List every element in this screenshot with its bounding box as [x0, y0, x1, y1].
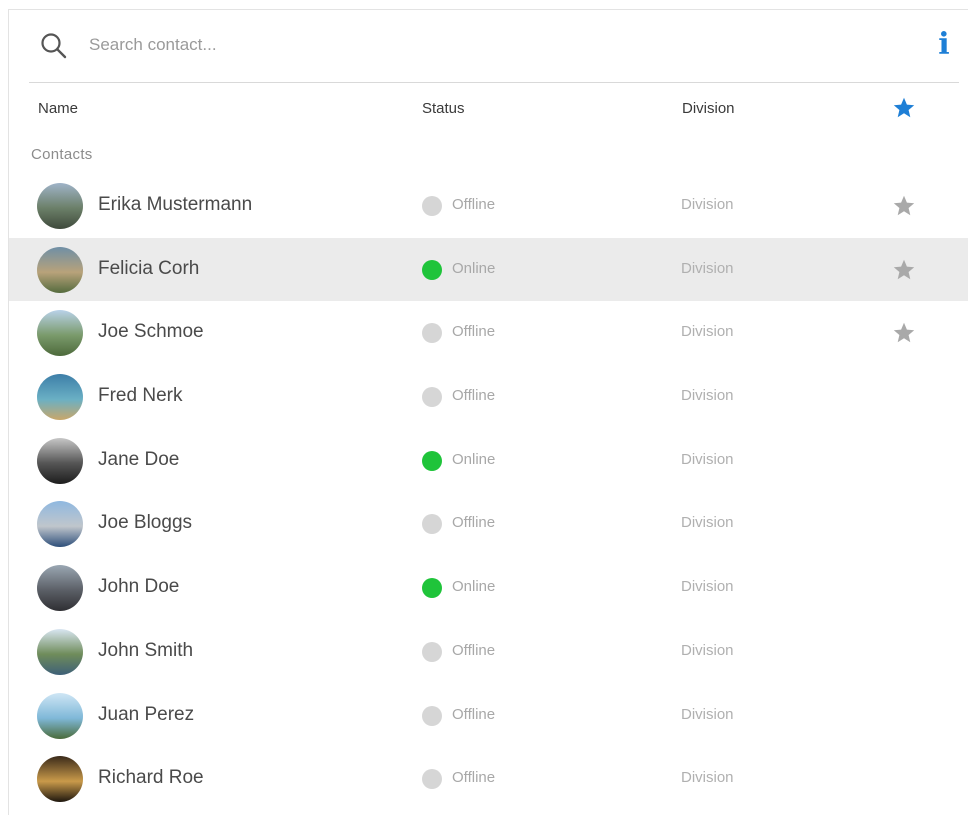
contact-name: Joe Schmoe: [98, 321, 204, 343]
status-indicator-icon: [422, 323, 442, 344]
avatar: [37, 374, 83, 421]
contact-name: Fred Nerk: [98, 385, 183, 407]
status-indicator-icon: [422, 387, 442, 408]
contact-status: Offline: [452, 387, 496, 405]
contact-panel: i Name Status Division Contacts Erika Mu…: [8, 9, 968, 815]
avatar: [37, 692, 83, 739]
column-header-name[interactable]: Name: [38, 100, 78, 117]
avatar: [37, 628, 83, 675]
contact-division: Division: [681, 323, 734, 341]
contact-status: Online: [452, 450, 496, 468]
contact-row[interactable]: Fred Nerk Offline Division: [9, 365, 968, 429]
contact-row[interactable]: Joe Schmoe Offline Division: [9, 301, 968, 365]
column-header-division[interactable]: Division: [682, 100, 735, 117]
status-indicator-icon: [422, 196, 442, 216]
column-header-status[interactable]: Status: [422, 100, 465, 117]
contact-row[interactable]: Erika Mustermann Offline Division: [9, 174, 968, 238]
contact-status: Offline: [452, 705, 496, 723]
contact-name: Richard Roe: [98, 767, 204, 789]
favorite-star-icon[interactable]: [892, 321, 916, 345]
favorites-star-icon[interactable]: [892, 96, 916, 120]
avatar: [37, 437, 83, 484]
contact-row[interactable]: John Doe Online Division: [9, 556, 968, 620]
search-bar: i: [29, 10, 959, 83]
contact-status: Offline: [452, 769, 496, 787]
contact-status: Online: [452, 578, 496, 596]
search-input[interactable]: [89, 30, 789, 60]
contact-division: Division: [681, 641, 734, 659]
contact-status: Offline: [452, 641, 496, 659]
avatar: [37, 246, 83, 293]
status-indicator-icon: [422, 578, 442, 599]
search-icon[interactable]: [39, 31, 69, 61]
contact-division: Division: [681, 196, 734, 213]
avatar: [37, 310, 83, 357]
contact-division: Division: [681, 769, 734, 787]
contact-division: Division: [681, 450, 734, 468]
contact-division: Division: [681, 514, 734, 532]
contact-status: Offline: [452, 323, 496, 341]
status-indicator-icon: [422, 769, 442, 790]
avatar: [37, 756, 83, 803]
contact-row[interactable]: Felicia Corh Online Division: [9, 237, 968, 302]
contact-name: John Doe: [98, 576, 180, 598]
contact-name: Erika Mustermann: [98, 194, 253, 215]
contact-name: Joe Bloggs: [98, 512, 193, 534]
avatar: [37, 183, 83, 229]
contact-name: Jane Doe: [98, 448, 180, 470]
info-icon[interactable]: i: [934, 28, 954, 62]
avatar: [37, 565, 83, 612]
contact-status: Offline: [452, 514, 496, 532]
favorite-star-icon[interactable]: [892, 258, 916, 282]
contact-name: John Smith: [98, 639, 194, 661]
avatar: [37, 501, 83, 548]
status-indicator-icon: [422, 514, 442, 535]
contact-row[interactable]: Joe Bloggs Offline Division: [9, 492, 968, 556]
contact-row[interactable]: Richard Roe Offline Division: [9, 747, 968, 811]
contact-division: Division: [681, 387, 734, 405]
contact-row[interactable]: Juan Perez Offline Division: [9, 684, 968, 748]
contact-list: Erika Mustermann Offline Division Felicia C…: [9, 174, 968, 811]
status-indicator-icon: [422, 450, 442, 471]
status-indicator-icon: [422, 705, 442, 726]
contact-row[interactable]: Jane Doe Online Division: [9, 429, 968, 493]
contact-division: Division: [681, 705, 734, 723]
contact-name: Felicia Corh: [98, 257, 200, 279]
section-label-contacts: Contacts: [31, 146, 93, 163]
contact-division: Division: [681, 259, 734, 277]
contact-row[interactable]: John Smith Offline Division: [9, 620, 968, 684]
contact-status: Online: [452, 259, 496, 277]
contact-status: Offline: [452, 196, 496, 213]
status-indicator-icon: [422, 259, 442, 280]
favorite-star-icon[interactable]: [892, 194, 916, 218]
contact-division: Division: [681, 578, 734, 596]
status-indicator-icon: [422, 641, 442, 662]
contact-name: Juan Perez: [98, 703, 195, 725]
